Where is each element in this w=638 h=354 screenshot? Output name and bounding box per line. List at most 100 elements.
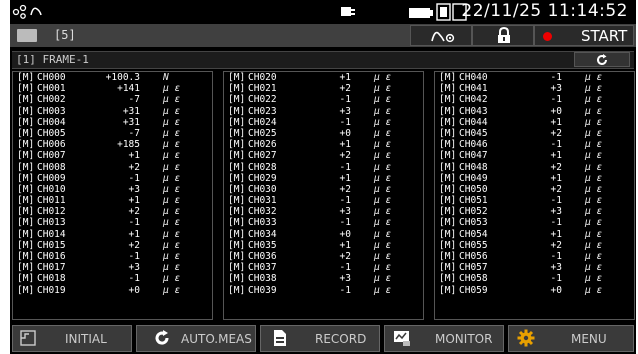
channel-row[interactable]: [M] CH033 -1 μ ε bbox=[224, 217, 423, 228]
channel-id: CH023 bbox=[248, 105, 277, 117]
channel-row[interactable]: [M] CH047 +1 μ ε bbox=[435, 150, 634, 161]
channel-row[interactable]: [M] CH042 -1 μ ε bbox=[435, 94, 634, 105]
channel-row[interactable]: [M] CH013 -1 μ ε bbox=[13, 217, 212, 228]
channel-value: +0 bbox=[550, 284, 562, 296]
channel-value: +2 bbox=[339, 83, 351, 95]
channel-row[interactable]: [M] CH045 +2 μ ε bbox=[435, 128, 634, 139]
sensor-settings-button[interactable] bbox=[410, 25, 472, 46]
channel-value: -1 bbox=[128, 217, 140, 229]
channel-row[interactable]: [M] CH057 +3 μ ε bbox=[435, 262, 634, 273]
channel-row[interactable]: [M] CH007 +1 μ ε bbox=[13, 150, 212, 161]
channel-row[interactable]: [M] CH058 -1 μ ε bbox=[435, 273, 634, 284]
initial-button[interactable]: INITIAL bbox=[12, 325, 132, 352]
channel-row[interactable]: [M] CH038 +3 μ ε bbox=[224, 273, 423, 284]
channel-id: CH006 bbox=[37, 139, 66, 151]
channel-row[interactable]: [M] CH019 +0 μ ε bbox=[13, 285, 212, 296]
channel-row[interactable]: [M] CH022 -1 μ ε bbox=[224, 94, 423, 105]
frame-selector[interactable]: [5] bbox=[14, 26, 124, 45]
channel-row[interactable]: [M] CH023 +3 μ ε bbox=[224, 106, 423, 117]
channel-row[interactable]: [M] CH006 +185 μ ε bbox=[13, 139, 212, 150]
auto-meas-button[interactable]: AUTO.MEAS bbox=[136, 325, 256, 352]
channel-row[interactable]: [M] CH018 -1 μ ε bbox=[13, 273, 212, 284]
channel-row[interactable]: [M] CH049 +1 μ ε bbox=[435, 173, 634, 184]
channel-row[interactable]: [M] CH041 +3 μ ε bbox=[435, 83, 634, 94]
channel-row[interactable]: [M] CH053 -1 μ ε bbox=[435, 217, 634, 228]
monitor-button[interactable]: MONITOR bbox=[384, 325, 504, 352]
channel-row[interactable]: [M] CH040 -1 μ ε bbox=[435, 72, 634, 83]
channel-id: CH053 bbox=[459, 217, 488, 229]
channel-row[interactable]: [M] CH050 +2 μ ε bbox=[435, 184, 634, 195]
channel-row[interactable]: [M] CH016 -1 μ ε bbox=[13, 251, 212, 262]
channel-value: -1 bbox=[550, 195, 562, 207]
channel-row[interactable]: [M] CH020 +1 μ ε bbox=[224, 72, 423, 83]
channel-row[interactable]: [M] CH034 +0 μ ε bbox=[224, 229, 423, 240]
channel-mode-tag: [M] bbox=[439, 183, 457, 195]
channel-row[interactable]: [M] CH043 +0 μ ε bbox=[435, 106, 634, 117]
channel-row[interactable]: [M] CH017 +3 μ ε bbox=[13, 262, 212, 273]
channel-row[interactable]: [M] CH029 +1 μ ε bbox=[224, 173, 423, 184]
device-screen: 22/11/25 11:14:52 [5] START [1] FRAME-1 … bbox=[10, 0, 636, 354]
channel-id: CH036 bbox=[248, 251, 277, 262]
channel-row[interactable]: [M] CH030 +2 μ ε bbox=[224, 184, 423, 195]
channel-value: -1 bbox=[339, 217, 351, 229]
channel-mode-tag: [M] bbox=[228, 139, 246, 151]
channel-row[interactable]: [M] CH054 +1 μ ε bbox=[435, 229, 634, 240]
channel-id: CH003 bbox=[37, 105, 66, 117]
channel-value: -7 bbox=[128, 127, 140, 139]
channel-row[interactable]: [M] CH003 +31 μ ε bbox=[13, 106, 212, 117]
channel-mode-tag: [M] bbox=[17, 172, 35, 184]
start-button[interactable]: START bbox=[534, 25, 634, 46]
channel-row[interactable]: [M] CH008 +2 μ ε bbox=[13, 162, 212, 173]
channel-row[interactable]: [M] CH024 -1 μ ε bbox=[224, 117, 423, 128]
channel-id: CH001 bbox=[37, 83, 66, 95]
channel-id: CH046 bbox=[459, 139, 488, 151]
channel-row[interactable]: [M] CH010 +3 μ ε bbox=[13, 184, 212, 195]
channel-row[interactable]: [M] CH035 +1 μ ε bbox=[224, 240, 423, 251]
refresh-button[interactable] bbox=[574, 52, 630, 67]
channel-row[interactable]: [M] CH027 +2 μ ε bbox=[224, 150, 423, 161]
channel-id: CH012 bbox=[37, 206, 66, 218]
channel-row[interactable]: [M] CH044 +1 μ ε bbox=[435, 117, 634, 128]
channel-row[interactable]: [M] CH014 +1 μ ε bbox=[13, 229, 212, 240]
channel-row[interactable]: [M] CH048 +2 μ ε bbox=[435, 162, 634, 173]
channel-unit: μ ε bbox=[374, 150, 392, 162]
channel-row[interactable]: [M] CH028 -1 μ ε bbox=[224, 162, 423, 173]
channel-row[interactable]: [M] CH001 +141 μ ε bbox=[13, 83, 212, 94]
channel-row[interactable]: [M] CH052 +3 μ ε bbox=[435, 206, 634, 217]
channel-row[interactable]: [M] CH059 +0 μ ε bbox=[435, 285, 634, 296]
channel-unit: μ ε bbox=[163, 273, 181, 285]
channel-row[interactable]: [M] CH005 -7 μ ε bbox=[13, 128, 212, 139]
record-button[interactable]: RECORD bbox=[260, 325, 380, 352]
lock-button[interactable] bbox=[472, 25, 534, 46]
channel-row[interactable]: [M] CH015 +2 μ ε bbox=[13, 240, 212, 251]
channel-row[interactable]: [M] CH032 +3 μ ε bbox=[224, 206, 423, 217]
channel-row[interactable]: [M] CH025 +0 μ ε bbox=[224, 128, 423, 139]
menu-button[interactable]: MENU bbox=[508, 325, 634, 352]
channel-row[interactable]: [M] CH002 -7 μ ε bbox=[13, 94, 212, 105]
channel-row[interactable]: [M] CH004 +31 μ ε bbox=[13, 117, 212, 128]
channel-row[interactable]: [M] CH055 +2 μ ε bbox=[435, 240, 634, 251]
channel-row[interactable]: [M] CH037 -1 μ ε bbox=[224, 262, 423, 273]
channel-mode-tag: [M] bbox=[17, 94, 35, 106]
channel-mode-tag: [M] bbox=[228, 94, 246, 106]
channel-value: -1 bbox=[550, 251, 562, 262]
channel-unit: μ ε bbox=[163, 251, 181, 262]
channel-mode-tag: [M] bbox=[439, 105, 457, 117]
channel-row[interactable]: [M] CH056 -1 μ ε bbox=[435, 251, 634, 262]
channel-row[interactable]: [M] CH012 +2 μ ε bbox=[13, 206, 212, 217]
channel-row[interactable]: [M] CH011 +1 μ ε bbox=[13, 195, 212, 206]
channel-mode-tag: [M] bbox=[228, 83, 246, 95]
channel-id: CH038 bbox=[248, 273, 277, 285]
channel-row[interactable]: [M] CH021 +2 μ ε bbox=[224, 83, 423, 94]
channel-row[interactable]: [M] CH046 -1 μ ε bbox=[435, 139, 634, 150]
channel-row[interactable]: [M] CH051 -1 μ ε bbox=[435, 195, 634, 206]
channel-column-2: [M] CH020 +1 μ ε [M] CH021 +2 μ ε [M] CH022 -1 μ ε[… bbox=[223, 71, 424, 320]
channel-unit: μ ε bbox=[585, 206, 603, 218]
channel-row[interactable]: [M] CH026 +1 μ ε bbox=[224, 139, 423, 150]
channel-unit: μ ε bbox=[374, 262, 392, 274]
channel-row[interactable]: [M] CH036 +2 μ ε bbox=[224, 251, 423, 262]
channel-row[interactable]: [M] CH031 -1 μ ε bbox=[224, 195, 423, 206]
channel-row[interactable]: [M] CH009 -1 μ ε bbox=[13, 173, 212, 184]
channel-row[interactable]: [M] CH000 +100.3 N bbox=[13, 72, 212, 83]
channel-row[interactable]: [M] CH039 -1 μ ε bbox=[224, 285, 423, 296]
